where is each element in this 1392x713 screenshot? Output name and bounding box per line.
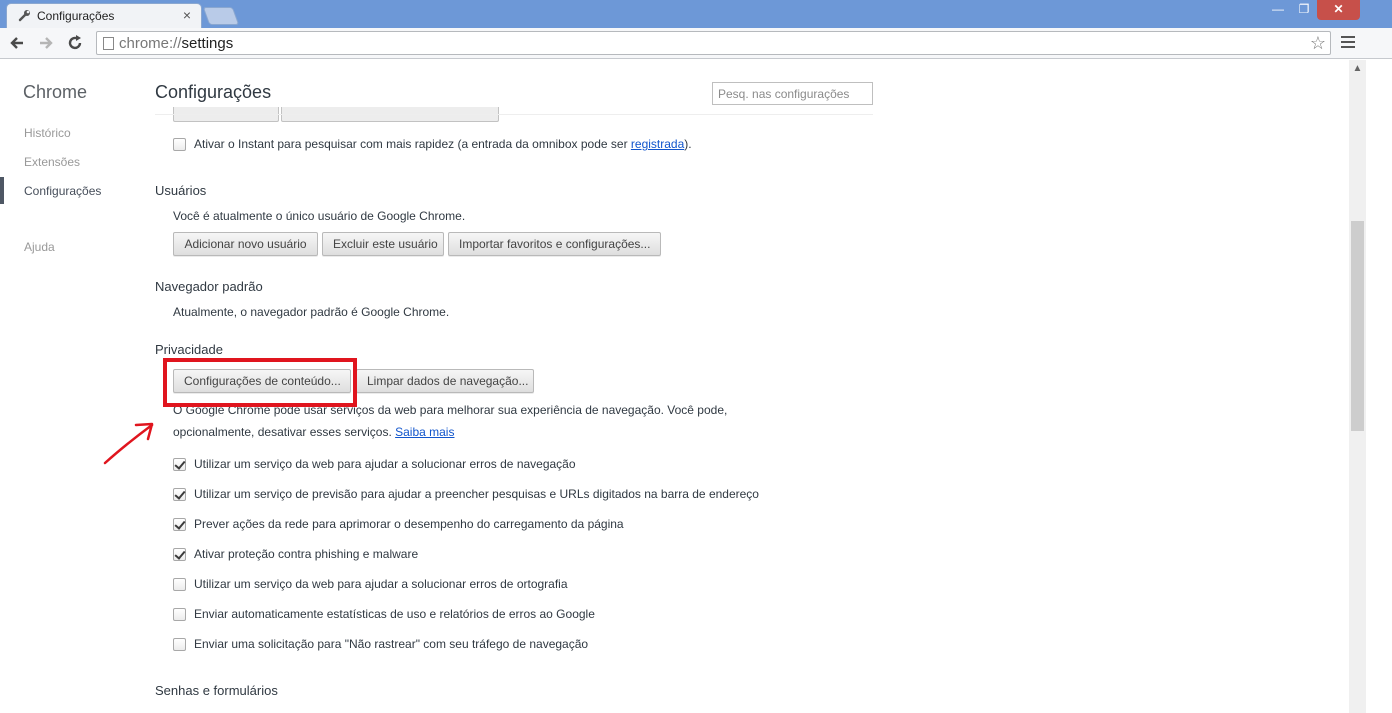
- page-icon: [103, 37, 114, 50]
- privacy-checkbox[interactable]: [173, 638, 186, 651]
- sidebar-item-help[interactable]: Ajuda: [24, 240, 55, 254]
- privacy-checkbox[interactable]: [173, 548, 186, 561]
- vertical-scrollbar[interactable]: ▲: [1349, 60, 1366, 713]
- header-divider: [155, 114, 873, 115]
- registered-link[interactable]: registrada: [631, 137, 684, 151]
- delete-user-button[interactable]: Excluir este usuário: [322, 232, 444, 256]
- wrench-icon: [18, 10, 30, 22]
- browser-toolbar: chrome://settings ☆: [0, 28, 1392, 59]
- privacy-option-label: Enviar automaticamente estatísticas de u…: [194, 607, 595, 621]
- title-bar: Configurações × — ❐ ✕: [0, 0, 1392, 28]
- privacy-checkbox[interactable]: [173, 578, 186, 591]
- annotation-arrow-icon: [103, 422, 154, 465]
- users-description: Você é atualmente o único usuário de Goo…: [173, 209, 466, 223]
- url-path: settings: [181, 35, 234, 52]
- privacy-checkbox[interactable]: [173, 488, 186, 501]
- privacy-option-label: Enviar uma solicitação para "Não rastrea…: [194, 637, 589, 651]
- minimize-button[interactable]: —: [1265, 0, 1291, 20]
- passwords-section-title: Senhas e formulários: [155, 683, 278, 698]
- scroll-up-icon[interactable]: ▲: [1349, 60, 1366, 77]
- reload-icon[interactable]: [65, 33, 85, 53]
- users-section-title: Usuários: [155, 183, 207, 198]
- add-user-button[interactable]: Adicionar novo usuário: [173, 232, 318, 256]
- tab-settings[interactable]: Configurações ×: [6, 3, 202, 28]
- privacy-option-label: Utilizar um serviço da web para ajudar a…: [194, 457, 576, 471]
- instant-checkbox[interactable]: [173, 138, 186, 151]
- privacy-checkbox[interactable]: [173, 608, 186, 621]
- annotation-highlight-box: [163, 358, 357, 407]
- clear-browsing-data-button[interactable]: Limpar dados de navegação...: [356, 369, 534, 393]
- sidebar-title: Chrome: [23, 82, 88, 102]
- tab-title: Configurações: [37, 9, 115, 23]
- settings-sidebar: Chrome Histórico Extensões Configurações…: [0, 60, 140, 713]
- address-bar[interactable]: chrome://settings ☆: [96, 31, 1331, 55]
- close-window-button[interactable]: ✕: [1317, 0, 1360, 20]
- privacy-checkbox[interactable]: [173, 458, 186, 471]
- chrome-menu-icon[interactable]: [1341, 36, 1355, 50]
- privacy-option-label: Utilizar um serviço de previsão para aju…: [194, 487, 759, 501]
- close-tab-icon[interactable]: ×: [183, 7, 191, 23]
- forward-arrow-icon[interactable]: [36, 33, 56, 53]
- default-browser-section-title: Navegador padrão: [155, 279, 263, 294]
- restore-button[interactable]: ❐: [1291, 0, 1317, 20]
- back-arrow-icon[interactable]: [7, 33, 27, 53]
- privacy-description-line2: opcionalmente, desativar esses serviços.…: [173, 425, 455, 439]
- privacy-option-label: Prever ações da rede para aprimorar o de…: [194, 517, 624, 531]
- selected-indicator: [0, 177, 4, 204]
- privacy-option-label: Utilizar um serviço da web para ajudar a…: [194, 577, 568, 591]
- privacy-option-label: Ativar proteção contra phishing e malwar…: [194, 547, 419, 561]
- privacy-checkbox[interactable]: [173, 518, 186, 531]
- default-browser-description: Atualmente, o navegador padrão é Google …: [173, 305, 450, 319]
- url-scheme: chrome://: [119, 35, 182, 52]
- import-bookmarks-button[interactable]: Importar favoritos e configurações...: [448, 232, 661, 256]
- learn-more-link[interactable]: Saiba mais: [395, 425, 454, 439]
- url-text[interactable]: chrome://settings: [119, 35, 233, 52]
- new-tab-button[interactable]: [202, 7, 240, 25]
- sidebar-item-history[interactable]: Histórico: [24, 126, 71, 140]
- privacy-section-title: Privacidade: [155, 342, 223, 357]
- page-title: Configurações: [155, 82, 272, 102]
- scroll-thumb[interactable]: [1351, 221, 1364, 431]
- instant-label: Ativar o Instant para pesquisar com mais…: [194, 137, 692, 151]
- settings-search-input[interactable]: [712, 82, 873, 105]
- sidebar-item-extensions[interactable]: Extensões: [24, 155, 80, 169]
- bookmark-star-icon[interactable]: ☆: [1310, 33, 1326, 53]
- sidebar-item-settings[interactable]: Configurações: [24, 184, 101, 198]
